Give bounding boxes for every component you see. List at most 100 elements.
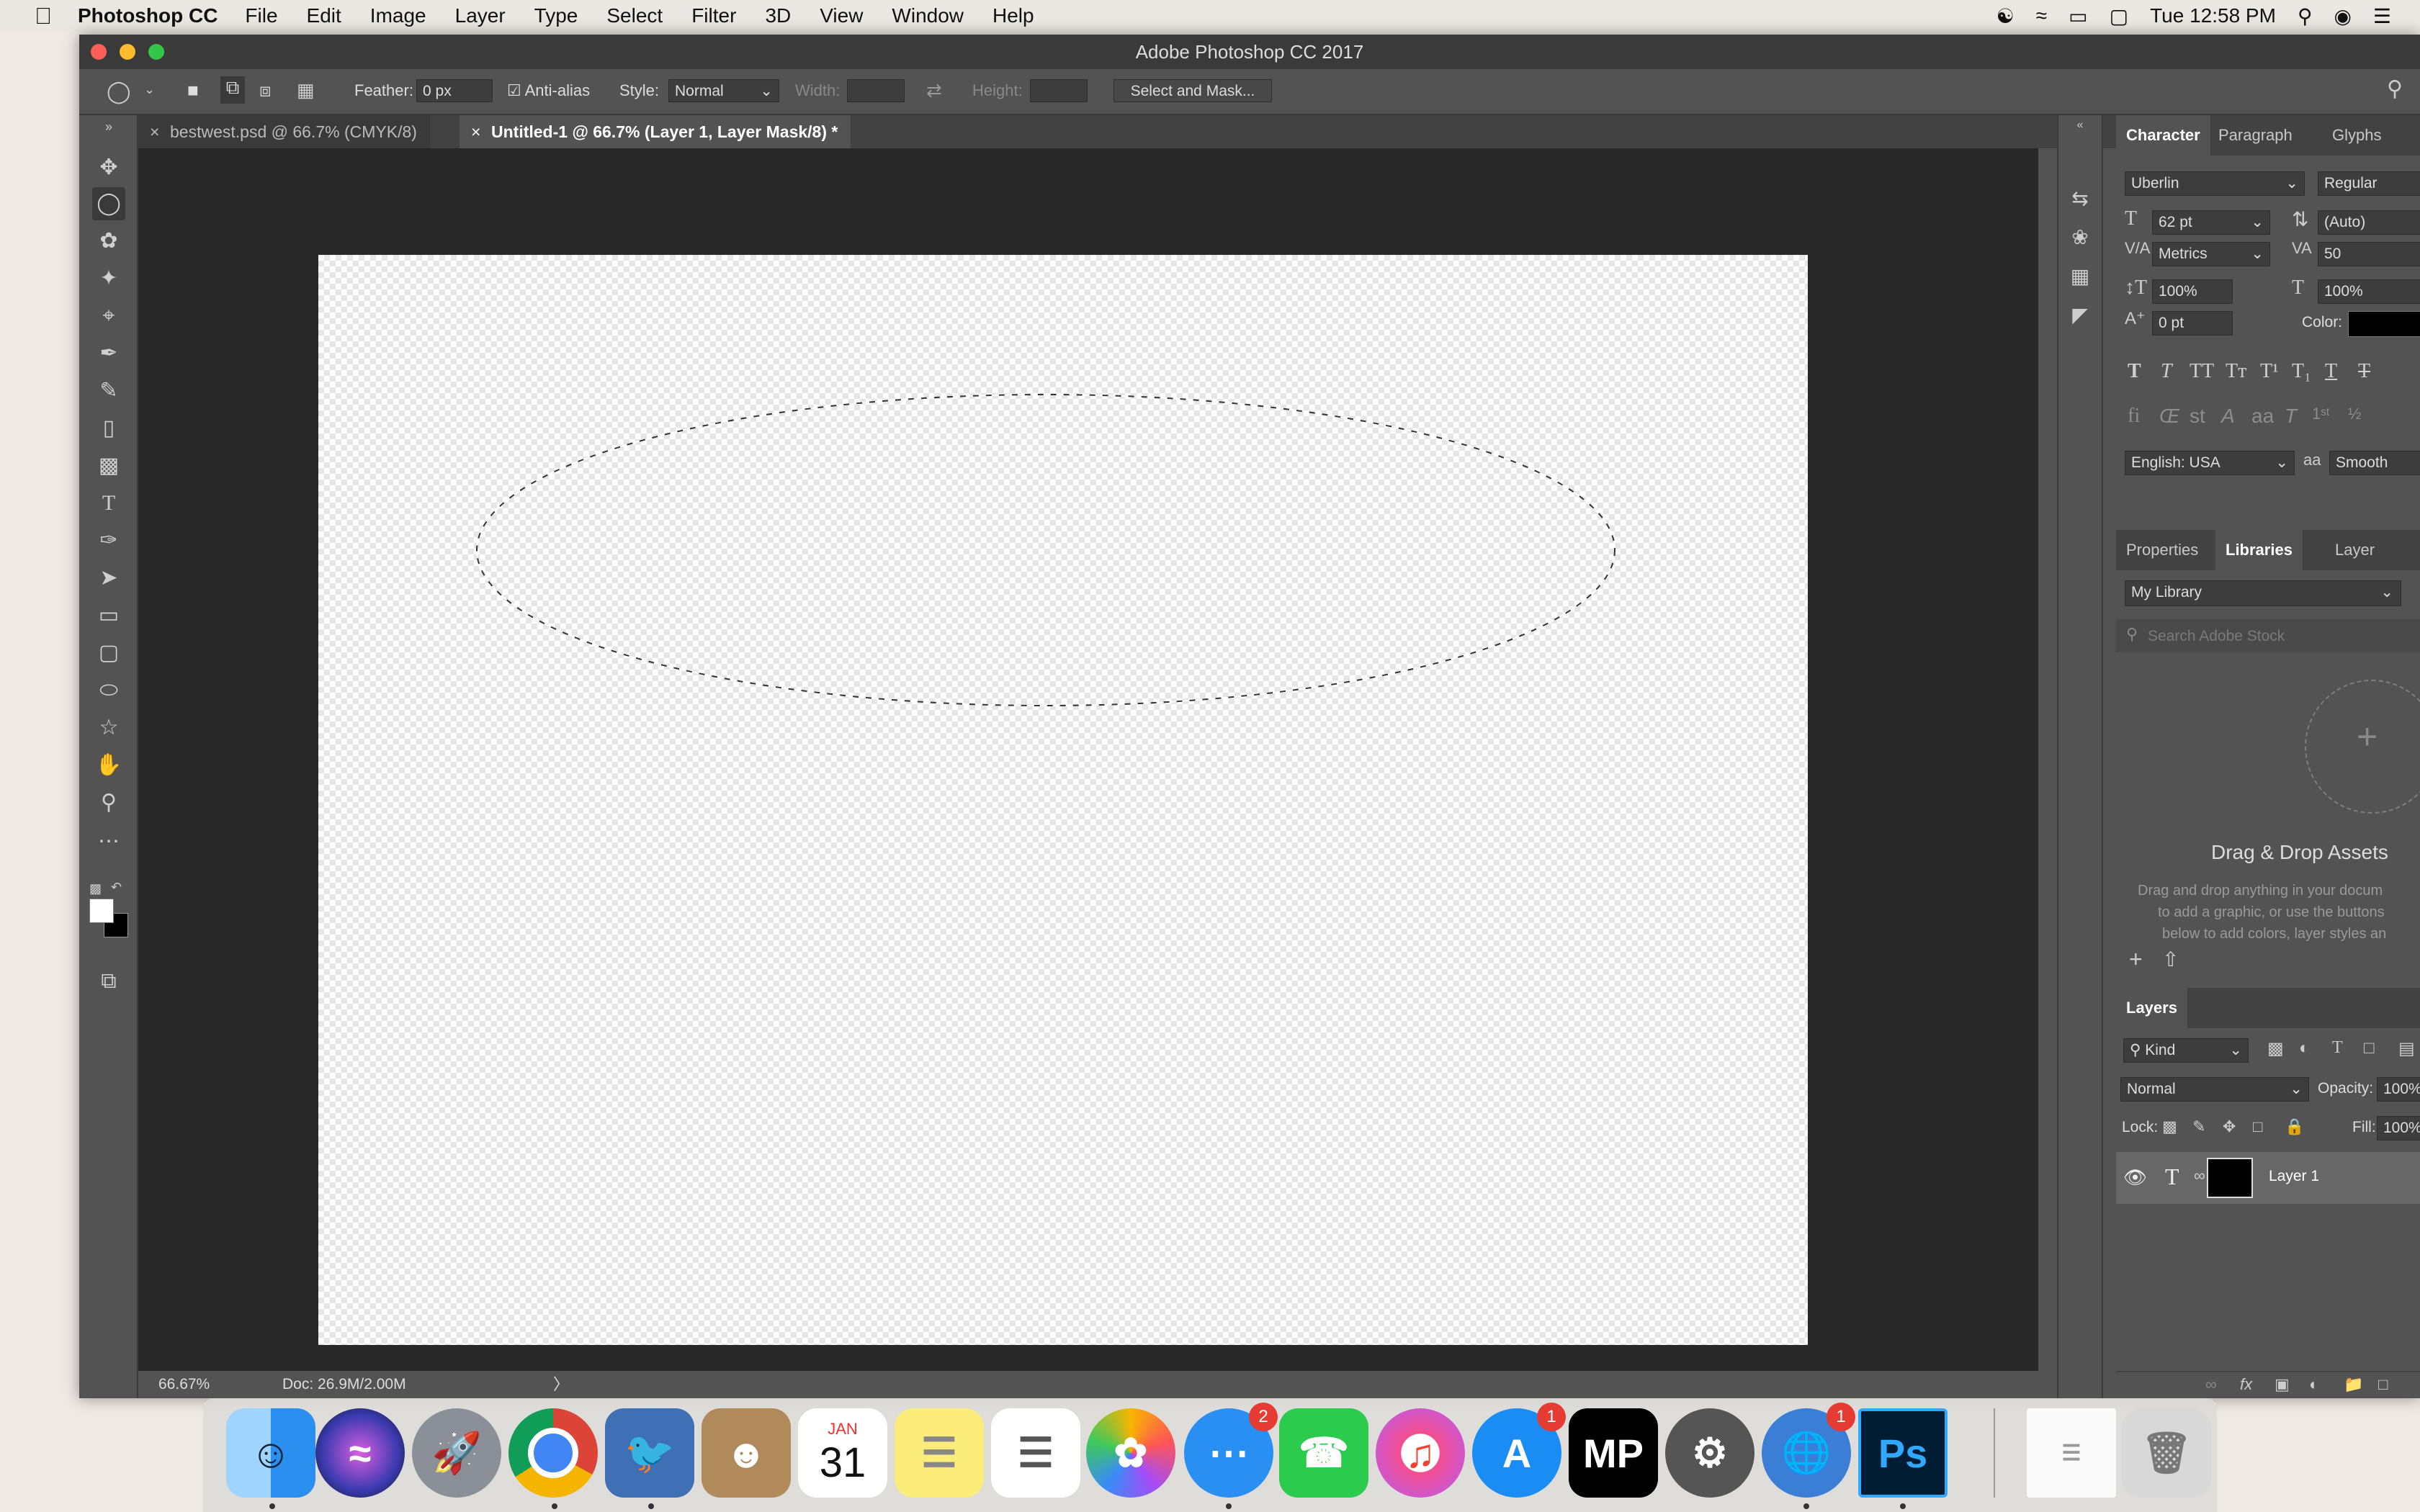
foreground-color-swatch[interactable] bbox=[89, 899, 114, 923]
menu-view[interactable]: View bbox=[820, 4, 863, 27]
layer-filter-select[interactable]: ⚲ Kind ⌄ bbox=[2123, 1038, 2249, 1063]
photoshop-dock-icon[interactable]: Ps bbox=[1858, 1408, 1948, 1498]
document-thumbnail[interactable]: ☰ bbox=[2027, 1408, 2116, 1498]
minimize-window-button[interactable] bbox=[120, 44, 135, 60]
menu-3d[interactable]: 3D bbox=[765, 4, 791, 27]
chrome-icon[interactable] bbox=[508, 1408, 598, 1498]
tab-glyphs[interactable]: Glyphs bbox=[2332, 115, 2381, 156]
ellipse-tool-icon[interactable]: ⬭ bbox=[92, 674, 125, 707]
font-size-input[interactable]: 62 pt ⌄ bbox=[2152, 210, 2270, 235]
menu-image[interactable]: Image bbox=[370, 4, 426, 27]
zoom-level-field[interactable]: 66.67% bbox=[158, 1371, 210, 1398]
custom-shape-tool-icon[interactable]: ☆ bbox=[92, 711, 125, 744]
tab-paragraph[interactable]: Paragraph bbox=[2218, 115, 2293, 156]
tracking-input[interactable]: 50 bbox=[2318, 242, 2420, 266]
menu-edit[interactable]: Edit bbox=[307, 4, 341, 27]
feather-input[interactable]: 0 px bbox=[416, 79, 493, 102]
underline-icon[interactable]: T bbox=[2325, 360, 2337, 383]
menu-select[interactable]: Select bbox=[606, 4, 663, 27]
fill-input[interactable]: 100% bbox=[2377, 1116, 2420, 1140]
swatches-panel-icon[interactable]: ▦ bbox=[2067, 264, 2093, 289]
adjustment-layer-icon[interactable]: ◐ bbox=[2309, 1375, 2318, 1394]
tab-layers[interactable]: Layers bbox=[2116, 988, 2187, 1028]
width-input[interactable] bbox=[847, 79, 905, 102]
filter-smart-object-icon[interactable]: ▤ bbox=[2398, 1038, 2415, 1059]
menu-layer[interactable]: Layer bbox=[455, 4, 506, 27]
status-menu-arrow-icon[interactable]: 〉 bbox=[553, 1371, 569, 1398]
layer-mask-thumbnail[interactable] bbox=[2207, 1158, 2253, 1198]
menubar-clock[interactable]: Tue 12:58 PM bbox=[2150, 4, 2276, 27]
path-selection-tool-icon[interactable]: ➤ bbox=[92, 562, 125, 595]
document-canvas[interactable] bbox=[318, 255, 1808, 1345]
lock-position-icon[interactable]: ✥ bbox=[2223, 1117, 2236, 1136]
strikethrough-icon[interactable]: T bbox=[2358, 360, 2370, 383]
add-to-library-icon[interactable]: + bbox=[2129, 946, 2143, 973]
adjustments-panel-icon[interactable]: ◤ bbox=[2067, 302, 2093, 328]
rounded-rectangle-tool-icon[interactable]: ▢ bbox=[92, 636, 125, 670]
hand-tool-icon[interactable]: ✋ bbox=[92, 749, 125, 782]
wifi-icon[interactable]: ≈ bbox=[2036, 4, 2047, 27]
elliptical-marquee-tool-icon[interactable]: ◯ bbox=[92, 187, 125, 220]
itunes-icon[interactable]: ♫ bbox=[1376, 1408, 1465, 1498]
elliptical-marquee-preset-icon[interactable]: ◯ bbox=[107, 79, 131, 104]
contacts-icon[interactable]: ☻ bbox=[702, 1408, 791, 1498]
text-color-swatch[interactable] bbox=[2348, 311, 2420, 337]
new-layer-icon[interactable]: □ bbox=[2378, 1375, 2388, 1394]
lock-transparent-pixels-icon[interactable]: ▩ bbox=[2162, 1117, 2177, 1136]
close-tab-icon[interactable]: × bbox=[150, 115, 159, 148]
type-tool-icon[interactable]: T bbox=[92, 487, 125, 520]
lasso-tool-icon[interactable]: ✿ bbox=[92, 225, 125, 258]
subtract-from-selection-icon[interactable]: ⧈ bbox=[259, 79, 272, 102]
zoom-window-button[interactable] bbox=[148, 44, 164, 60]
superscript-icon[interactable]: T¹ bbox=[2260, 360, 2279, 383]
photos-icon[interactable]: ✿ bbox=[1086, 1408, 1175, 1498]
messages-icon[interactable]: ⋯ 2 bbox=[1184, 1403, 1278, 1498]
pen-tool-icon[interactable]: ✑ bbox=[92, 524, 125, 557]
tab-bestwest[interactable]: × bestwest.psd @ 66.7% (CMYK/8) bbox=[138, 115, 430, 148]
baseline-shift-input[interactable]: 0 pt bbox=[2152, 311, 2233, 336]
font-style-select[interactable]: Regular bbox=[2318, 171, 2420, 196]
menu-file[interactable]: File bbox=[245, 4, 277, 27]
rectangle-tool-icon[interactable]: ▭ bbox=[92, 599, 125, 632]
more-tools-icon[interactable]: ⋯ bbox=[92, 825, 125, 858]
siri-dock-icon[interactable]: ≈ bbox=[315, 1408, 405, 1498]
app-store-icon[interactable]: A1 bbox=[1472, 1403, 1566, 1498]
discretionary-ligatures-icon[interactable]: st bbox=[2190, 405, 2205, 428]
finder-icon[interactable]: ☺ bbox=[226, 1408, 315, 1498]
eyedropper-tool-icon[interactable]: ✒ bbox=[92, 337, 125, 370]
menu-help[interactable]: Help bbox=[992, 4, 1034, 27]
new-selection-icon[interactable]: ■ bbox=[187, 79, 199, 102]
mp-app-icon[interactable]: MP bbox=[1569, 1408, 1658, 1498]
opacity-input[interactable]: 100% bbox=[2377, 1077, 2420, 1102]
history-panel-icon[interactable]: ⇆ bbox=[2067, 186, 2093, 212]
brush-tool-icon[interactable]: ✎ bbox=[92, 374, 125, 408]
lock-artboards-icon[interactable]: □ bbox=[2253, 1117, 2262, 1136]
all-caps-icon[interactable]: TT bbox=[2190, 360, 2214, 383]
library-select[interactable]: My Library ⌄ bbox=[2125, 580, 2401, 606]
move-tool-icon[interactable]: ✥ bbox=[92, 151, 125, 184]
horizontal-scale-input[interactable]: 100% bbox=[2318, 279, 2420, 304]
style-select[interactable]: Normal ⌄ bbox=[668, 79, 779, 102]
kerning-select[interactable]: Metrics ⌄ bbox=[2152, 242, 2270, 266]
reminders-icon[interactable]: ☰ bbox=[991, 1408, 1080, 1498]
ligatures-icon[interactable]: fi bbox=[2128, 405, 2140, 428]
trash-icon[interactable]: 🗑 bbox=[2122, 1408, 2211, 1498]
link-layers-icon[interactable]: ∞ bbox=[2205, 1375, 2217, 1394]
spotlight-search-icon[interactable]: ⚲ bbox=[2298, 4, 2313, 28]
collapse-panels-icon[interactable]: « bbox=[2067, 118, 2093, 132]
layer-name[interactable]: Layer 1 bbox=[2269, 1168, 2319, 1185]
add-mask-icon[interactable]: ▣ bbox=[2275, 1375, 2290, 1394]
antialias-method-select[interactable]: Smooth bbox=[2329, 451, 2420, 475]
system-preferences-icon[interactable]: ⚙ bbox=[1665, 1408, 1754, 1498]
ordinals-icon[interactable]: 1ˢᵗ bbox=[2312, 405, 2330, 423]
crop-tool-icon[interactable]: ⌖ bbox=[92, 300, 125, 333]
calendar-icon[interactable]: JAN 31 bbox=[798, 1408, 887, 1498]
menu-filter[interactable]: Filter bbox=[691, 4, 736, 27]
font-family-select[interactable]: Uberlin ⌄ bbox=[2125, 171, 2305, 196]
blend-mode-select[interactable]: Normal ⌄ bbox=[2120, 1077, 2309, 1102]
eraser-tool-icon[interactable]: ▯ bbox=[92, 412, 125, 445]
notification-center-icon[interactable]: ☰ bbox=[2373, 4, 2391, 28]
new-group-icon[interactable]: 📁 bbox=[2344, 1375, 2363, 1394]
menu-type[interactable]: Type bbox=[534, 4, 578, 27]
antialias-checkbox[interactable]: ☑ Anti-alias bbox=[507, 78, 590, 104]
